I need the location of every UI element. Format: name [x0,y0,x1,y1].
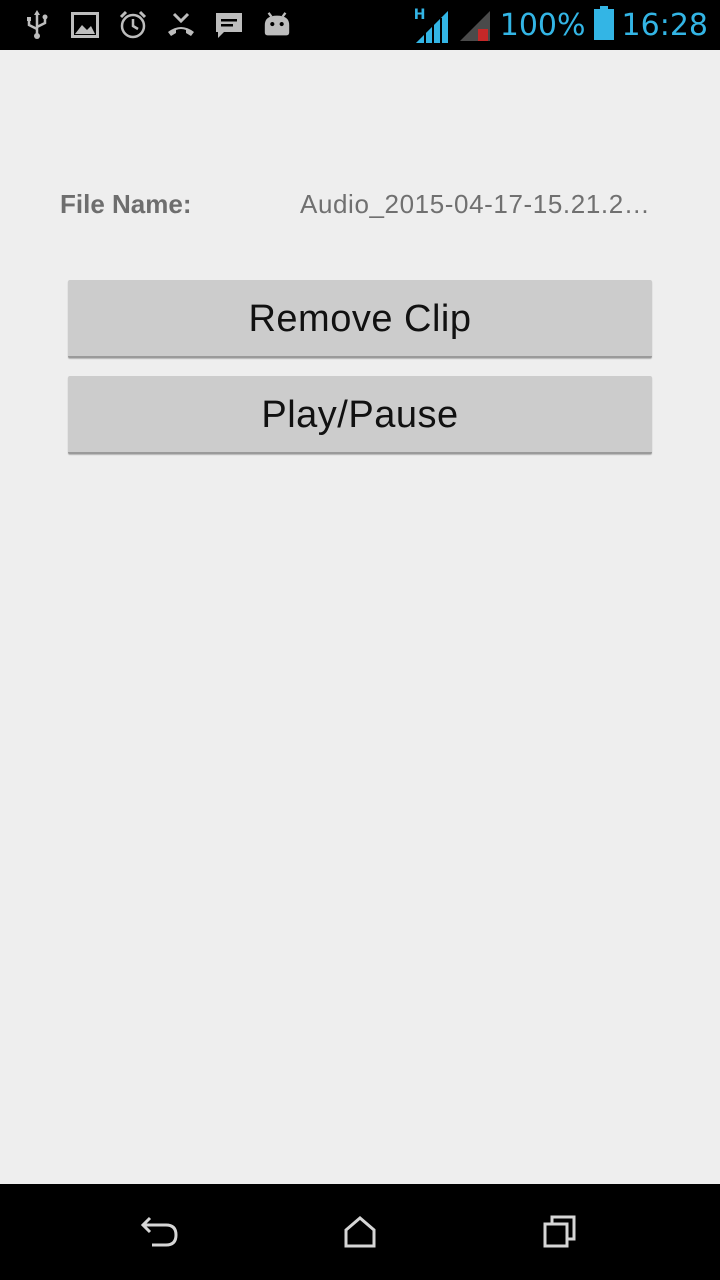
back-icon[interactable] [136,1208,184,1256]
recent-apps-icon[interactable] [536,1208,584,1256]
status-bar: H 100% 16:28 [0,0,720,50]
notification-icons [22,8,292,42]
android-debug-icon [262,10,292,40]
image-icon [70,10,100,40]
system-status: H 100% 16:28 [414,0,708,50]
file-name-row: File Name: Audio_2015-04-17-15.21.24.3gp [60,186,652,222]
navigation-bar [0,1184,720,1280]
home-icon[interactable] [336,1208,384,1256]
battery-percent: 100% [499,7,586,43]
message-icon [214,10,244,40]
signal-h-icon: H [414,5,450,45]
clock: 16:28 [621,7,708,43]
signal-sim2-icon [458,3,492,48]
missed-call-icon [166,10,196,40]
remove-clip-button[interactable]: Remove Clip [68,280,652,358]
play-pause-button[interactable]: Play/Pause [68,376,652,454]
battery-icon [593,5,614,45]
usb-icon [22,10,52,40]
file-name-label: File Name: [60,189,192,219]
file-name-value: Audio_2015-04-17-15.21.24.3gp [300,189,652,219]
main-content: File Name: Audio_2015-04-17-15.21.24.3gp… [0,50,720,1184]
alarm-icon [118,10,148,40]
